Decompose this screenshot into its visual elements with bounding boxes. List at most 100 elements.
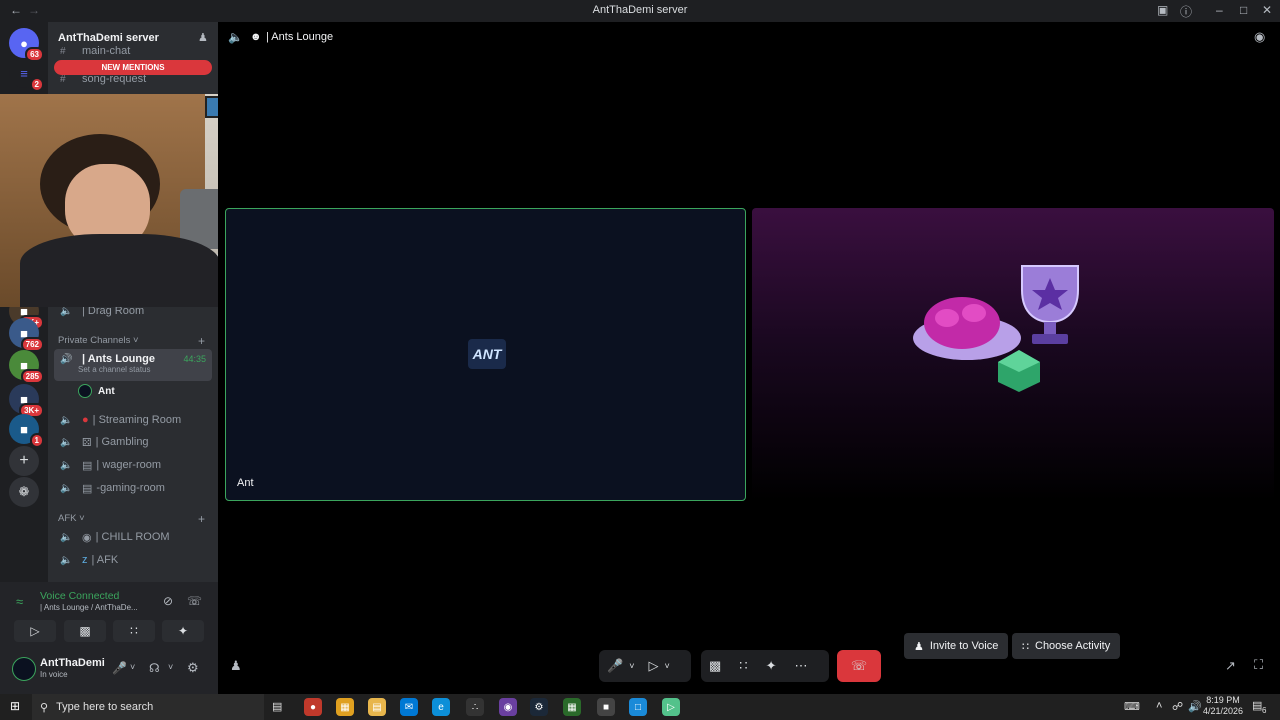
server-icon[interactable]: ■ 3K+ [9,384,44,418]
windows-start-icon[interactable]: ⊞ [10,699,20,713]
user-status: In voice [40,670,68,679]
voice-location[interactable]: | Ants Lounge / AntThaDe... [40,603,138,612]
soundboard-icon[interactable]: ✦ [766,658,777,674]
channel-title: | Ants Lounge [266,31,334,43]
app-icon[interactable]: □ [629,698,647,716]
maximize-icon[interactable]: □ [1240,3,1247,17]
app-icon[interactable]: ∴ [466,698,484,716]
gear-icon[interactable]: ⚙ [187,660,199,676]
invite-label: Invite to Voice [929,640,999,652]
choose-activity-button[interactable]: ∷ Choose Activity [1012,633,1121,659]
invite-to-voice-button[interactable]: ♟ Invite to Voice [904,633,1009,659]
chevron-down-icon[interactable]: ˅ [168,662,173,672]
gamepad-icon: ▤ [82,459,93,472]
camera-off-button[interactable]: ▷ [14,620,56,642]
edge-icon[interactable]: e [432,698,450,716]
steam-icon[interactable]: ⚙ [530,698,548,716]
discord-taskbar-icon[interactable]: ■ [597,698,615,716]
participant-name: Ant [237,477,254,489]
speaker-icon: 🔈 [60,482,73,494]
app-icon[interactable]: ▦ [563,698,581,716]
speaker-icon: 🔈 [60,414,73,426]
add-channel-icon[interactable]: + [198,334,205,348]
screen-share-button[interactable]: ▩ [64,620,106,642]
username: AntThaDemi [40,657,105,669]
search-placeholder: Type here to search [56,701,154,713]
channel-item[interactable]: 🔈 ▤ | wager-room [54,455,212,475]
network-icon[interactable]: ☍ [1172,700,1183,713]
share-controls: ▩ ∷ ✦ ⋯ [701,650,829,682]
speaker-icon: 🔊 [60,353,73,365]
chat-icon[interactable]: ◉ [1254,29,1265,45]
person-shirt [20,234,220,307]
category-header[interactable]: AFK ˅ [58,513,85,524]
disconnect-icon[interactable]: ☏ [187,594,202,608]
voice-member[interactable]: Ant [78,384,115,398]
speaker-icon: 🔈 [60,531,73,543]
channel-item[interactable]: 🔈 ⚄ | Gambling [54,432,212,452]
signal-icon: ≈ [16,594,24,609]
headphones-icon[interactable]: ☊ [149,661,160,675]
channel-item[interactable]: 🔈 z | AFK [54,550,212,570]
activity-tile: ♟ Invite to Voice ∷ Choose Activity [752,208,1274,659]
chevron-down-icon[interactable]: ˅ [629,661,634,671]
fullscreen-icon[interactable]: ⛶ [1254,657,1263,673]
microphone-icon[interactable]: 🎤 [112,661,127,675]
help-icon[interactable]: ⓘ [1180,3,1192,20]
channel-item-active[interactable]: 🔊 | Ants Lounge 44:35 Set a channel stat… [54,349,212,381]
add-member-icon[interactable]: ♟ [198,31,208,44]
minimize-icon[interactable]: – [1216,3,1223,17]
participant-tile[interactable]: ANT Ant [225,208,746,501]
task-view-icon[interactable]: ▤ [272,700,282,713]
channel-item[interactable]: 🔈 ● | Streaming Room [54,410,212,430]
plus-icon[interactable]: + [9,446,39,476]
speaker-icon: 🔈 [60,459,73,471]
invite-user-icon[interactable]: ♟ [230,658,242,674]
compass-icon[interactable]: ❁ [9,477,39,507]
activity-icon[interactable]: ∷ [739,658,747,674]
chevron-up-icon[interactable]: ˄ [1156,700,1162,712]
add-channel-icon[interactable]: + [198,512,205,526]
channel-name: | AFK [91,554,119,566]
server-icon[interactable]: ■ 285 [9,350,44,384]
discord-home-icon[interactable]: ● 63 [9,28,44,62]
app-icon[interactable]: ● [304,698,322,716]
app-icon[interactable]: ▷ [662,698,680,716]
inbox-icon[interactable]: ▣ [1157,3,1168,17]
disconnect-button[interactable]: ☏ [837,650,881,682]
search-box[interactable]: ⚲ Type here to search [32,694,264,720]
screen-share-icon[interactable]: ▩ [709,658,721,674]
clock[interactable]: 8:19 PM 4/21/2026 [1200,695,1246,717]
outlook-icon[interactable]: ✉ [400,698,418,716]
chevron-down-icon[interactable]: ˅ [664,661,669,671]
popout-icon[interactable]: ↗ [1225,658,1236,674]
server-icon[interactable]: ■ 1 [9,414,44,448]
channel-item[interactable]: # main-chat [54,44,212,58]
guild-badge: 2 [29,77,44,92]
sound-wave-icon[interactable]: ≡ 2 [9,58,44,92]
store-icon[interactable]: ▦ [336,698,354,716]
activity-button[interactable]: ∷ [113,620,155,642]
more-icon[interactable]: ⋯ [794,658,807,674]
channel-status[interactable]: Set a channel status [60,365,151,374]
keyboard-icon[interactable]: ⌨ [1124,700,1140,713]
channel-name: | CHILL ROOM [95,531,170,543]
notification-icon[interactable]: ▤ [1252,699,1262,712]
server-icon[interactable]: ■ 762 [9,318,44,352]
microphone-icon[interactable]: 🎤 [607,658,623,674]
camera-off-icon[interactable]: ▷ [648,658,658,674]
soundboard-button[interactable]: ✦ [162,620,204,642]
speaker-icon: 🔈 [228,30,243,44]
guild-badge: 1 [29,433,44,448]
noise-suppression-icon[interactable]: ⊘ [163,594,173,608]
category-header[interactable]: Private Channels ˅ [58,335,139,346]
app-icon[interactable]: ◉ [499,698,517,716]
avatar[interactable] [12,657,36,681]
chevron-down-icon[interactable]: ˅ [130,662,135,672]
channel-item[interactable]: 🔈 ▤ -gaming-room [54,478,212,498]
close-icon[interactable]: ✕ [1262,3,1272,17]
channel-item[interactable]: 🔈 ◉ | CHILL ROOM [54,527,212,547]
folder-icon[interactable]: ▤ [368,698,386,716]
time: 8:19 PM [1206,695,1240,705]
channel-item[interactable]: # song-request [54,72,212,86]
